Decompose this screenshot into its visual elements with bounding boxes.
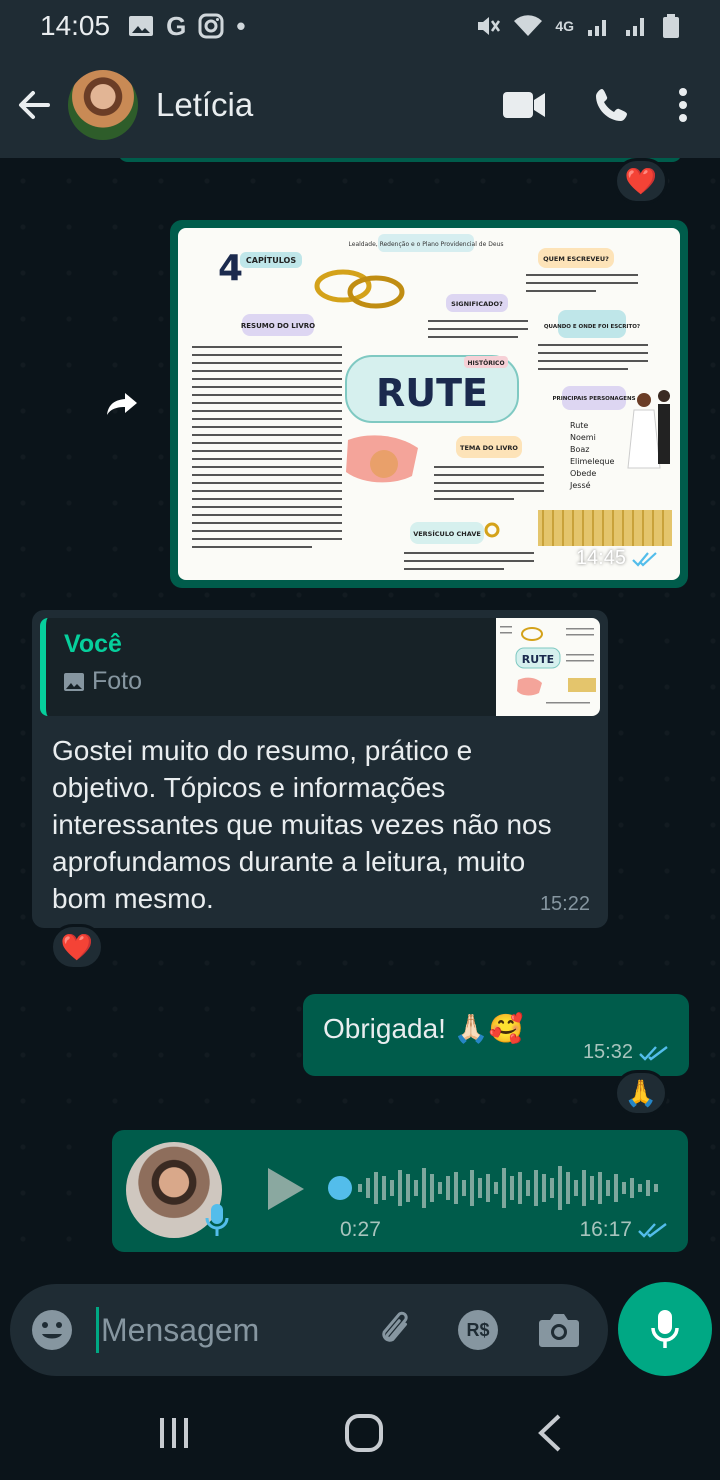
- message-text: Obrigada! 🙏🏻🥰: [323, 1013, 524, 1044]
- battery-icon: [663, 14, 679, 38]
- more-options-icon[interactable]: [678, 87, 688, 123]
- audio-seek-handle[interactable]: [328, 1176, 352, 1200]
- key-verse-label: VERSÍCULO CHAVE: [413, 529, 481, 538]
- quote-type: Foto: [64, 667, 142, 696]
- image-message[interactable]: Lealdade, Redenção e o Plano Providencia…: [170, 220, 688, 588]
- back-nav-icon[interactable]: [537, 1413, 563, 1453]
- thumb-title: RUTE: [522, 653, 554, 666]
- arrow-left-icon: [19, 91, 50, 119]
- message-reaction[interactable]: ❤️: [614, 158, 668, 204]
- input-placeholder: Mensagem: [101, 1311, 260, 1348]
- quoted-message[interactable]: Você Foto RUTE: [40, 618, 600, 716]
- play-button[interactable]: [266, 1166, 306, 1212]
- message-text: Gostei muito do resumo, prático e objeti…: [52, 735, 552, 914]
- meaning-label: SIGNIFICADO?: [451, 300, 503, 308]
- network-type: 4G: [555, 18, 574, 34]
- audio-waveform[interactable]: [358, 1160, 658, 1216]
- notification-icons: G •: [128, 11, 245, 42]
- recent-apps-icon[interactable]: [157, 1416, 191, 1450]
- image-timestamp: 14:45: [576, 547, 658, 570]
- chapters-label: CAPÍTULOS: [246, 254, 296, 265]
- audio-duration: 0:27: [340, 1218, 381, 1241]
- character-6: Jessé: [569, 480, 591, 490]
- video-call-icon[interactable]: [502, 90, 546, 120]
- microphone-icon: [205, 1204, 229, 1236]
- chapters-number: 4: [218, 248, 243, 289]
- text-caret: [96, 1307, 99, 1353]
- when-where-label: QUANDO E ONDE FOI ESCRITO?: [544, 324, 640, 330]
- message-timestamp: 15:22: [539, 893, 590, 915]
- photo-icon: [64, 672, 84, 691]
- mindmap-graphic: Lealdade, Redenção e o Plano Providencia…: [192, 234, 672, 570]
- character-5: Obede: [570, 469, 596, 478]
- message-composer: Mensagem R$: [10, 1284, 608, 1376]
- voice-message[interactable]: 0:27 16:17: [112, 1130, 688, 1252]
- phone-icon[interactable]: [594, 87, 630, 123]
- hands-illustration: [346, 435, 418, 483]
- voice-record-button[interactable]: [618, 1282, 712, 1376]
- read-ticks-icon: [638, 1223, 667, 1238]
- wifi-icon: [514, 15, 543, 37]
- quote-thumbnail: RUTE: [496, 618, 600, 716]
- character-1: Rute: [570, 421, 588, 430]
- signal-icon-2: [626, 18, 644, 36]
- emoji-button[interactable]: [30, 1308, 74, 1352]
- character-3: Boaz: [570, 445, 589, 454]
- message-input[interactable]: Mensagem: [96, 1305, 259, 1355]
- mindmap-image[interactable]: Lealdade, Redenção e o Plano Providencia…: [178, 228, 680, 580]
- chat-header: Letícia: [0, 52, 720, 158]
- home-icon[interactable]: [344, 1413, 384, 1453]
- dot-icon: •: [236, 10, 246, 41]
- google-icon: G: [166, 10, 187, 41]
- message-reaction[interactable]: 🙏: [614, 1070, 668, 1116]
- message-timestamp: 16:17: [579, 1218, 668, 1242]
- chat-area[interactable]: ❤️ Lealdade, Redenção e o Plano Providen…: [0, 158, 720, 1280]
- status-bar: 14:05 G • 4G: [0, 0, 720, 52]
- contact-avatar[interactable]: [68, 70, 138, 140]
- emoji-icon: [32, 1310, 72, 1350]
- previous-message[interactable]: [118, 158, 682, 162]
- microphone-icon: [651, 1310, 679, 1348]
- system-navigation-bar: [0, 1386, 720, 1480]
- outgoing-message[interactable]: Obrigada! 🙏🏻🥰 15:32: [303, 994, 689, 1076]
- instagram-icon: [198, 13, 224, 39]
- forward-button[interactable]: [100, 382, 144, 426]
- read-ticks-icon: [639, 1045, 668, 1061]
- back-button[interactable]: [0, 71, 68, 139]
- historico-label: HISTÓRICO: [467, 360, 504, 367]
- characters-label: PRINCIPAIS PERSONAGENS: [552, 396, 635, 402]
- quote-author: Você: [64, 630, 122, 658]
- incoming-message[interactable]: Você Foto RUTE Gostei muito do resumo, p…: [32, 610, 608, 928]
- message-reaction[interactable]: ❤️: [50, 924, 104, 970]
- message-timestamp: 15:32: [583, 1041, 669, 1064]
- forward-icon: [107, 393, 137, 415]
- mute-icon: [478, 17, 501, 35]
- character-4: Elimeleque: [570, 457, 615, 466]
- who-wrote-label: QUEM ESCREVEU?: [543, 255, 609, 263]
- signal-icon: [588, 20, 606, 36]
- contact-name[interactable]: Letícia: [156, 86, 253, 124]
- payment-button[interactable]: R$: [458, 1310, 498, 1350]
- camera-icon[interactable]: [538, 1312, 580, 1348]
- character-2: Noemi: [570, 433, 596, 442]
- status-time: 14:05: [40, 10, 111, 41]
- system-icons: 4G: [475, 13, 680, 39]
- mindmap-title: RUTE: [376, 371, 488, 415]
- gallery-icon: [129, 16, 154, 36]
- read-ticks-icon: [632, 551, 657, 567]
- attach-icon[interactable]: [376, 1309, 418, 1351]
- summary-label: RESUMO DO LIVRO: [241, 322, 315, 330]
- theme-label: TEMA DO LIVRO: [460, 444, 518, 452]
- mindmap-caption: Lealdade, Redenção e o Plano Providencia…: [349, 241, 504, 248]
